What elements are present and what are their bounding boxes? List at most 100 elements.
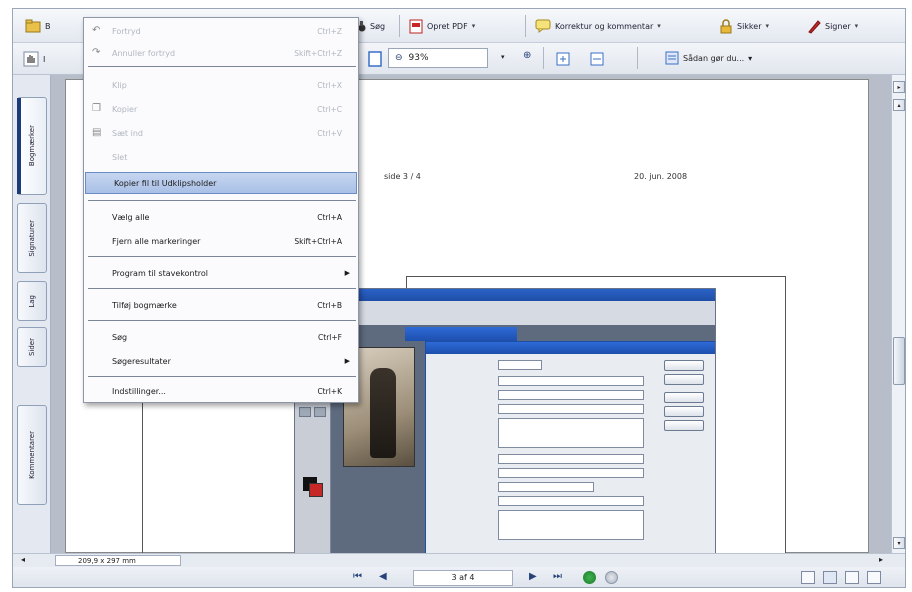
menu-item-label: Klip	[112, 80, 127, 90]
single-page-button[interactable]	[363, 48, 387, 70]
chevron-down-icon[interactable]: ▾	[501, 53, 505, 61]
sign-label: Signer	[825, 21, 851, 31]
menu-item-label: Fortryd	[112, 26, 141, 36]
menu-item-search[interactable]: Søg Ctrl+F	[84, 326, 358, 348]
continuous-facing-layout-icon[interactable]	[867, 571, 881, 584]
redo-icon: ↷	[92, 47, 101, 58]
hand-tool-button[interactable]: I	[19, 48, 49, 70]
go-forward-view-icon[interactable]	[605, 571, 618, 584]
scroll-options-icon[interactable]: ▸	[893, 81, 905, 93]
menu-item-shortcut: Ctrl+Z	[317, 26, 342, 36]
scroll-down-icon[interactable]: ▾	[893, 537, 905, 549]
review-comment-button[interactable]: Korrektur og kommentar ▾	[531, 15, 665, 37]
menu-item-shortcut: Ctrl+K	[317, 386, 342, 396]
menu-item-preferences[interactable]: Indstillinger... Ctrl+K	[84, 380, 358, 402]
dialog-row	[432, 510, 644, 540]
menu-item-redo[interactable]: ↷ Annuller fortryd Skift+Ctrl+Z	[84, 42, 358, 64]
zoom-out-icon[interactable]: ⊖	[395, 53, 403, 63]
chevron-down-icon: ▾	[765, 22, 770, 30]
tab-bookmarks[interactable]: Bogmærker	[17, 97, 47, 195]
menu-item-paste[interactable]: ▤ Sæt ind Ctrl+V	[84, 122, 358, 144]
menu-item-spell-checker[interactable]: Program til stavekontrol ▶	[84, 262, 358, 284]
menu-separator	[88, 256, 356, 257]
menu-item-copy-file-to-clipboard[interactable]: Kopier fil til Udklipsholder	[85, 172, 357, 194]
submenu-arrow-icon: ▶	[344, 357, 350, 365]
how-to-button[interactable]: Sådan gør du... ▾	[661, 48, 771, 68]
tab-signatures[interactable]: Signaturer	[17, 203, 47, 273]
menu-item-label: Annuller fortryd	[112, 48, 176, 58]
page-number-field[interactable]: 3 af 4	[413, 570, 513, 586]
menu-item-label: Vælg alle	[112, 212, 150, 222]
menu-item-label: Program til stavekontrol	[112, 268, 208, 278]
horizontal-scrollbar[interactable]: ◂ 209,9 x 297 mm ▸	[13, 553, 905, 567]
next-page-icon[interactable]: ▶	[529, 571, 537, 582]
continuous-layout-icon[interactable]	[823, 571, 837, 584]
dialog-button	[664, 374, 704, 385]
scroll-thumb[interactable]	[893, 337, 905, 385]
dialog-row	[432, 404, 644, 414]
scroll-right-icon[interactable]: ▸	[879, 555, 883, 564]
tab-pages[interactable]: Sider	[17, 327, 47, 367]
zoom-in-icon[interactable]: ⊕	[523, 50, 531, 61]
menu-item-shortcut: Ctrl+V	[317, 128, 342, 138]
tool-icon	[299, 407, 311, 417]
screenshot-doc-titlebar	[405, 327, 517, 341]
tab-layers[interactable]: Lag	[17, 281, 47, 321]
vertical-scrollbar[interactable]: ▸ ▴ ▾	[891, 75, 905, 553]
menu-item-shortcut: Skift+Ctrl+Z	[294, 48, 342, 58]
facing-layout-icon[interactable]	[845, 571, 859, 584]
previous-page-icon[interactable]: ◀	[379, 571, 387, 582]
first-page-icon[interactable]: ⏮	[353, 571, 362, 582]
tab-label: Lag	[28, 294, 36, 308]
page-size-value: 209,9 x 297 mm	[78, 557, 136, 565]
page-size-field: 209,9 x 297 mm	[55, 555, 181, 566]
scroll-left-icon[interactable]: ◂	[21, 555, 25, 564]
menu-item-undo[interactable]: ↶ Fortryd Ctrl+Z	[84, 20, 358, 42]
zoom-field[interactable]: ⊖ 93%	[388, 48, 488, 68]
open-button[interactable]: B	[21, 15, 55, 37]
tab-label: Bogmærker	[28, 125, 36, 167]
menu-item-search-results[interactable]: Søgeresultater ▶	[84, 350, 358, 372]
secure-label: Sikker	[737, 21, 762, 31]
menu-item-add-bookmark[interactable]: Tilføj bogmærke Ctrl+B	[84, 294, 358, 316]
menu-item-delete[interactable]: Slet	[84, 146, 358, 168]
page-rule	[142, 400, 143, 553]
dialog-row	[432, 454, 644, 464]
tool-icon	[314, 407, 326, 417]
last-page-icon[interactable]: ⏭	[553, 571, 562, 582]
submenu-arrow-icon: ▶	[344, 269, 350, 277]
fit-width-button[interactable]	[585, 48, 609, 70]
menu-item-shortcut: Ctrl+A	[317, 212, 342, 222]
menu-item-label: Kopier fil til Udklipsholder	[114, 178, 217, 188]
menu-item-label: Fjern alle markeringer	[112, 236, 201, 246]
menu-item-shortcut: Ctrl+C	[317, 104, 342, 114]
menu-item-copy[interactable]: ❐ Kopier Ctrl+C	[84, 98, 358, 120]
page-header-date: 20. jun. 2008	[634, 172, 688, 181]
dialog-button	[664, 406, 704, 417]
single-page-layout-icon[interactable]	[801, 571, 815, 584]
dialog-row	[432, 418, 644, 448]
dialog-button	[664, 420, 704, 431]
menu-item-label: Søgeresultater	[112, 356, 171, 366]
secure-button[interactable]: Sikker ▾	[715, 15, 773, 37]
scroll-up-icon[interactable]: ▴	[893, 99, 905, 111]
toolbar-separator	[399, 15, 400, 37]
search-label: Søg	[370, 21, 386, 31]
fit-page-button[interactable]	[551, 48, 575, 70]
pen-icon	[808, 19, 821, 34]
sign-button[interactable]: Signer ▾	[803, 15, 862, 37]
create-pdf-label: Opret PDF	[427, 21, 468, 31]
menu-item-cut[interactable]: Klip Ctrl+X	[84, 74, 358, 96]
go-back-view-icon[interactable]	[583, 571, 596, 584]
tab-comments[interactable]: Kommentarer	[17, 405, 47, 505]
menu-item-label: Søg	[112, 332, 128, 342]
menu-item-label: Kopier	[112, 104, 138, 114]
menu-item-select-all[interactable]: Vælg alle Ctrl+A	[84, 206, 358, 228]
dialog-row	[432, 468, 644, 478]
page-header-left: side 3 / 4	[384, 172, 421, 181]
help-sheet-icon	[665, 51, 679, 65]
menu-item-deselect-all[interactable]: Fjern alle markeringer Skift+Ctrl+A	[84, 230, 358, 252]
dialog-row	[432, 360, 542, 370]
zoom-value: 93%	[408, 53, 429, 63]
create-pdf-button[interactable]: Opret PDF ▾	[405, 15, 479, 37]
